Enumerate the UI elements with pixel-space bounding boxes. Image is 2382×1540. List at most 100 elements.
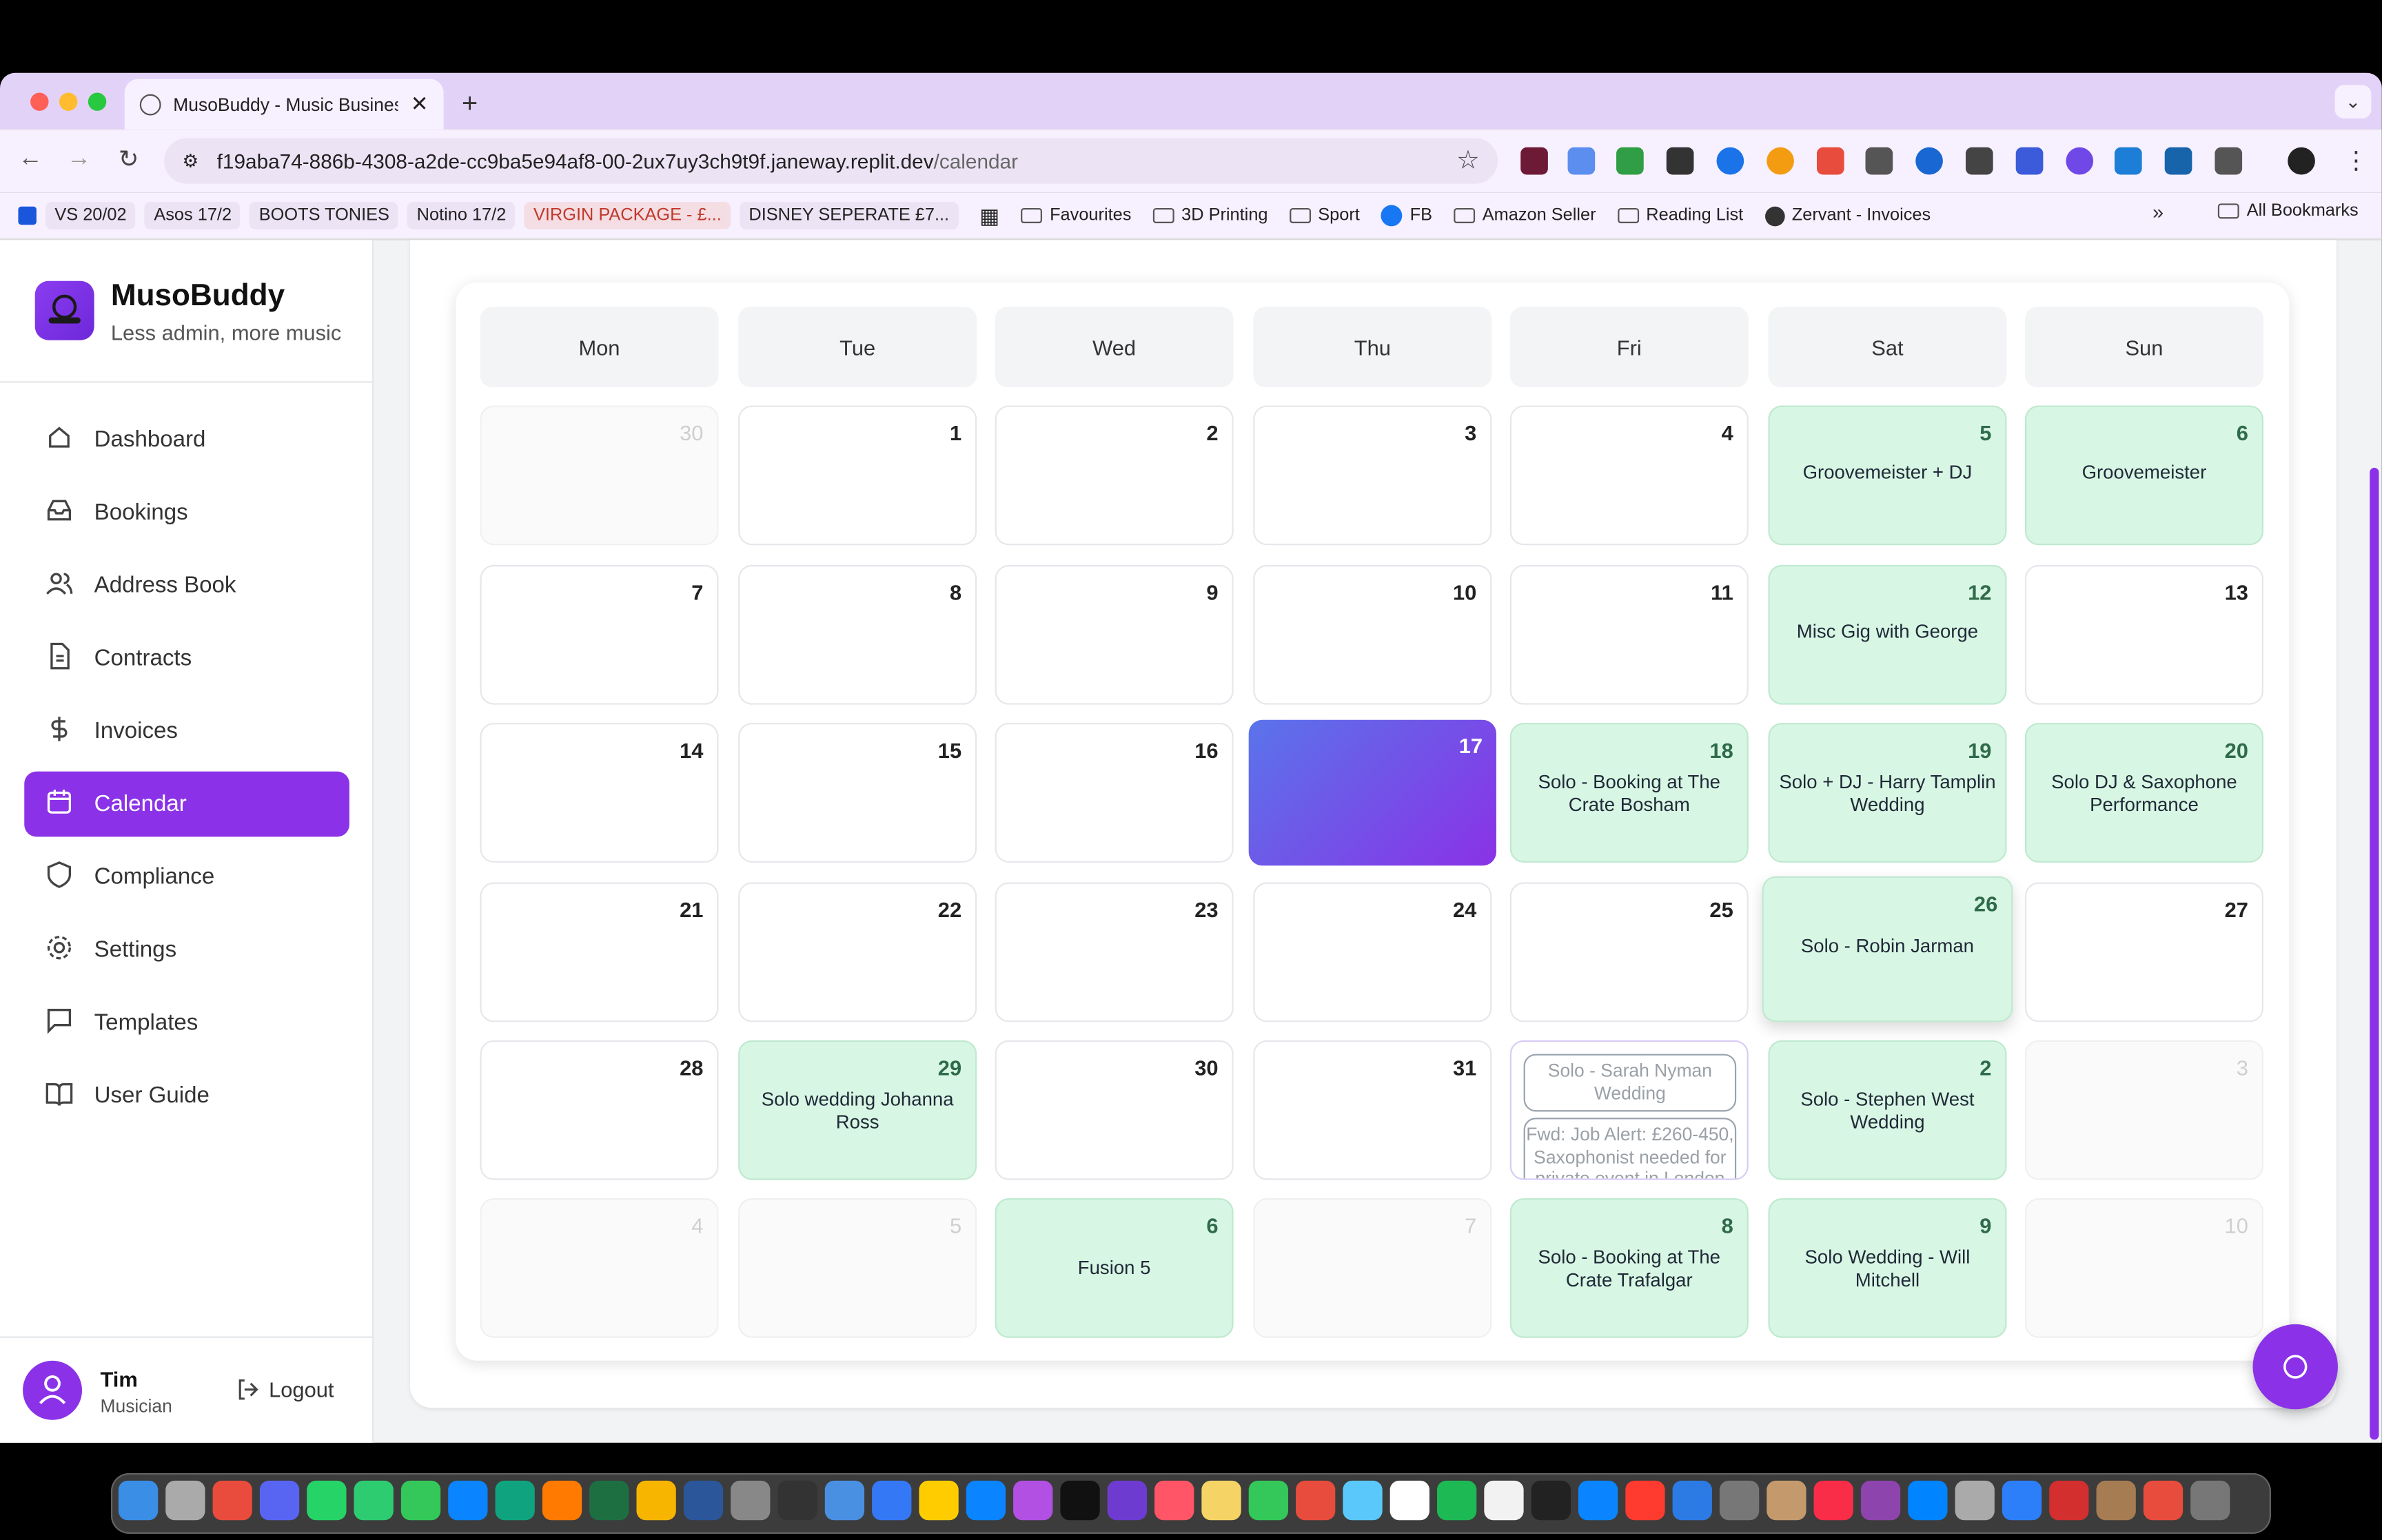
calendar-day[interactable]: 24 xyxy=(1253,882,1492,1023)
dock-app-icon[interactable] xyxy=(542,1480,582,1521)
calendar-day-booked[interactable]: 2 Solo - Stephen West Wedding xyxy=(1768,1040,2007,1180)
dock-app-icon[interactable] xyxy=(1484,1480,1524,1521)
logout-button[interactable]: Logout xyxy=(236,1377,334,1402)
calendar-day[interactable]: 2 xyxy=(995,405,1234,546)
dock-app-icon[interactable] xyxy=(495,1480,535,1521)
address-bar[interactable]: ⚙ f19aba74-886b-4308-a2de-cc9ba5e94af8-0… xyxy=(164,138,1498,184)
dock-app-icon[interactable] xyxy=(1625,1480,1665,1521)
calendar-day-booked[interactable]: 19 Solo + DJ - Harry Tamplin Wedding xyxy=(1768,723,2007,863)
calendar-day[interactable]: 15 xyxy=(738,723,977,863)
booking-event[interactable]: Solo - Robin Jarman xyxy=(1773,936,2002,958)
calendar-day[interactable]: 11 xyxy=(1509,564,1749,705)
sidebar-item-address-book[interactable]: Address Book xyxy=(24,553,349,618)
dock-app-icon[interactable] xyxy=(636,1480,676,1521)
dock-app-icon[interactable] xyxy=(1060,1480,1100,1521)
extension-icon[interactable] xyxy=(1616,147,1644,175)
bookmark-item[interactable]: Notino 17/2 xyxy=(407,202,516,229)
dock-app-icon[interactable] xyxy=(307,1480,347,1521)
calendar-day[interactable]: 31 xyxy=(1253,1040,1492,1180)
dock-app-icon[interactable] xyxy=(1248,1480,1288,1521)
browser-menu-icon[interactable]: ⋮ xyxy=(2344,146,2368,176)
dock-app-icon[interactable] xyxy=(1672,1480,1712,1521)
chat-button[interactable] xyxy=(2252,1324,2338,1410)
booking-event[interactable]: Solo - Booking at The Crate Bosham xyxy=(1520,772,1738,817)
sidebar-item-user-guide[interactable]: User Guide xyxy=(24,1063,349,1129)
apps-grid-icon[interactable]: ▦ xyxy=(979,203,999,228)
extension-icon[interactable] xyxy=(2164,147,2192,175)
extension-icon[interactable] xyxy=(1716,147,1744,175)
calendar-day-booked[interactable]: 18 Solo - Booking at The Crate Bosham xyxy=(1509,723,1749,863)
extension-icon[interactable] xyxy=(2015,147,2044,175)
calendar-day-booked[interactable]: 20 Solo DJ & Saxophone Performance xyxy=(2024,723,2263,863)
calendar-day[interactable]: 22 xyxy=(738,882,977,1023)
calendar-day[interactable]: 1 xyxy=(738,405,977,546)
dock-app-icon[interactable] xyxy=(1578,1480,1618,1521)
calendar-day[interactable]: 10 xyxy=(1253,564,1492,705)
dock-app-icon[interactable] xyxy=(1107,1480,1148,1521)
dock-app-icon[interactable] xyxy=(1860,1480,1901,1521)
calendar-day[interactable]: 25 xyxy=(1509,882,1749,1023)
tab-search-chevron-icon[interactable]: ⌄ xyxy=(2334,85,2372,119)
bookmark-item[interactable]: VIRGIN PACKAGE - £... xyxy=(524,202,731,229)
bookmark-folder[interactable]: Sport xyxy=(1289,207,1360,225)
dock-app-icon[interactable] xyxy=(2190,1480,2230,1521)
calendar-day[interactable]: 28 xyxy=(480,1040,719,1180)
calendar-day-booked[interactable]: 9 Solo Wedding - Will Mitchell xyxy=(1768,1198,2007,1338)
calendar-day[interactable]: 27 xyxy=(2024,882,2263,1023)
dock-app-icon[interactable] xyxy=(1955,1480,1995,1521)
dock-app-icon[interactable] xyxy=(2002,1480,2042,1521)
dock-app-icon[interactable] xyxy=(1013,1480,1053,1521)
sidebar-item-compliance[interactable]: Compliance xyxy=(24,844,349,910)
calendar-day[interactable]: 4 xyxy=(1509,405,1749,546)
extension-icon[interactable] xyxy=(1915,147,1943,175)
dock-app-icon[interactable] xyxy=(1390,1480,1429,1521)
calendar-day-booked[interactable]: 8 Solo - Booking at The Crate Trafalgar xyxy=(1509,1198,1749,1338)
dock-app-icon[interactable] xyxy=(777,1480,817,1521)
dock-app-icon[interactable] xyxy=(731,1480,771,1521)
dock-app-icon[interactable] xyxy=(259,1480,300,1521)
booking-event[interactable]: Groovemeister + DJ xyxy=(1779,462,1996,484)
close-window-icon[interactable] xyxy=(30,92,49,111)
calendar-day[interactable]: 30 xyxy=(480,405,719,546)
calendar-day-booked[interactable]: 26 Solo - Robin Jarman xyxy=(1762,876,2013,1023)
all-bookmarks-folder[interactable]: All Bookmarks xyxy=(2217,202,2359,220)
calendar-day[interactable]: 9 xyxy=(995,564,1234,705)
dock-app-icon[interactable] xyxy=(2049,1480,2089,1521)
calendar-day-today[interactable]: 17 xyxy=(1248,719,1496,866)
calendar-day[interactable]: 21 xyxy=(480,882,719,1023)
bookmark-item[interactable]: Asos 17/2 xyxy=(145,202,241,229)
reload-icon[interactable]: ↻ xyxy=(119,144,139,174)
profile-avatar-icon[interactable] xyxy=(2288,147,2315,175)
bookmark-item[interactable]: BOOTS TONIES xyxy=(250,202,399,229)
booking-event[interactable]: Solo - Booking at The Crate Trafalgar xyxy=(1520,1246,1738,1292)
dock-app-icon[interactable] xyxy=(1154,1480,1194,1521)
dock-app-icon[interactable] xyxy=(354,1480,394,1521)
calendar-day[interactable]: 23 xyxy=(995,882,1234,1023)
extension-icon[interactable] xyxy=(1767,147,1794,175)
maximize-window-icon[interactable] xyxy=(88,92,107,111)
booking-event[interactable]: Solo + DJ - Harry Tamplin Wedding xyxy=(1779,772,1996,817)
minimize-window-icon[interactable] xyxy=(59,92,78,111)
site-settings-icon[interactable]: ⚙ xyxy=(182,150,198,172)
dock-app-icon[interactable] xyxy=(872,1480,912,1521)
dock-app-icon[interactable] xyxy=(118,1480,159,1521)
bookmark-star-icon[interactable]: ☆ xyxy=(1456,146,1480,176)
dock-app-icon[interactable] xyxy=(1908,1480,1948,1521)
dock-app-icon[interactable] xyxy=(824,1480,865,1521)
dock-app-icon[interactable] xyxy=(2143,1480,2184,1521)
booking-event[interactable]: Solo - Stephen West Wedding xyxy=(1779,1089,1996,1134)
dock-app-icon[interactable] xyxy=(165,1480,205,1521)
sidebar-item-templates[interactable]: Templates xyxy=(24,990,349,1056)
dock-app-icon[interactable] xyxy=(919,1480,959,1521)
bookmark-item[interactable]: VS 20/02 xyxy=(45,202,136,229)
bookmark-item[interactable]: FB xyxy=(1381,205,1432,227)
calendar-day-booked[interactable]: 12 Misc Gig with George xyxy=(1768,564,2007,705)
scrollbar[interactable] xyxy=(2370,467,2379,1440)
dock-app-icon[interactable] xyxy=(1201,1480,1241,1521)
sidebar-item-bookings[interactable]: Bookings xyxy=(24,480,349,545)
dock-app-icon[interactable] xyxy=(683,1480,724,1521)
user-avatar[interactable] xyxy=(23,1360,83,1420)
calendar-day[interactable]: 3 xyxy=(1253,405,1492,546)
more-bookmarks-chevron-icon[interactable]: » xyxy=(2152,201,2164,223)
booking-event[interactable]: Solo DJ & Saxophone Performance xyxy=(2035,772,2252,817)
